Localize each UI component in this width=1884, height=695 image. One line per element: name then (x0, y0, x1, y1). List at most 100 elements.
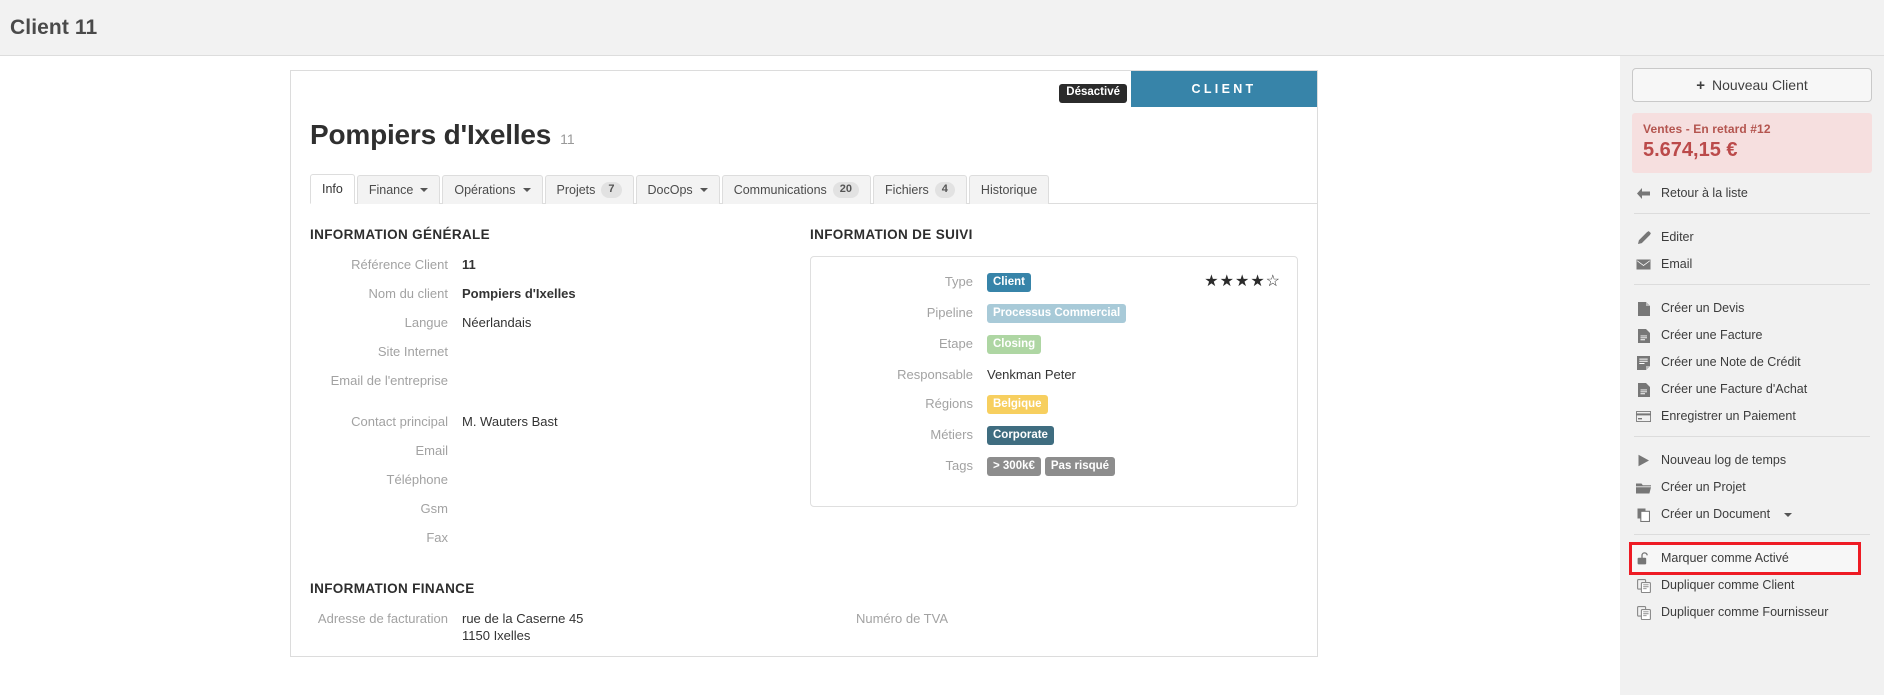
field-row: Etape Closing (811, 335, 1283, 354)
arrow-left-icon (1636, 186, 1651, 201)
tab-historique[interactable]: Historique (968, 175, 1050, 204)
sidebar-item-dupliquer-comme-client[interactable]: Dupliquer comme Client (1632, 572, 1872, 599)
overdue-sales-alert[interactable]: Ventes - En retard #12 5.674,15 € (1632, 113, 1872, 173)
field-label: Langue (404, 315, 448, 330)
sidebar-item-cr-er-une-facture[interactable]: Créer une Facture (1632, 322, 1872, 349)
field-value: > 300k€ Pas risqué (987, 457, 1119, 476)
field-row: Gsm (310, 500, 804, 517)
sidebar-item-dupliquer-comme-fournisseur[interactable]: Dupliquer comme Fournisseur (1632, 599, 1872, 626)
field-label: Tags (945, 458, 973, 473)
tab-label: Fichiers (885, 183, 929, 197)
sidebar-item-cr-er-un-document[interactable]: Créer un Document (1632, 501, 1872, 528)
field-row: Tags > 300k€ Pas risqué (811, 457, 1283, 476)
rating-stars[interactable]: ★★★★☆ (1204, 273, 1281, 290)
credit-note-icon (1636, 355, 1651, 370)
unlock-icon (1636, 551, 1651, 566)
tab-fichiers[interactable]: Fichiers 4 (873, 175, 967, 204)
sidebar-item-editer[interactable]: Editer (1632, 224, 1872, 251)
play-icon (1636, 453, 1651, 468)
sidebar-item-marquer-comme-activ[interactable]: Marquer comme Activé (1629, 542, 1861, 575)
field-value: Venkman Peter (987, 367, 1076, 382)
sidebar-item-cr-er-un-devis[interactable]: Créer un Devis (1632, 295, 1872, 322)
star-filled-icon[interactable]: ★ (1250, 273, 1265, 290)
field-row: Email de l'entreprise (310, 372, 804, 389)
vat-row: Numéro de TVA (810, 610, 1298, 627)
card-top-strip: Désactivé CLIENT (291, 70, 1317, 107)
chevron-down-icon (522, 188, 531, 192)
vat-column: Numéro de TVA (804, 558, 1298, 656)
sidebar-item-enregistrer-un-paiement[interactable]: Enregistrer un Paiement (1632, 403, 1872, 430)
action-sidebar: + Nouveau Client Ventes - En retard #12 … (1620, 56, 1884, 695)
client-reference: 11 (560, 131, 575, 147)
overdue-sales-amount: 5.674,15 € (1643, 139, 1738, 161)
status-badge: Désactivé (1059, 84, 1127, 103)
billing-address-line1: rue de la Caserne 45 (462, 611, 584, 626)
field-label: Référence Client (351, 257, 448, 272)
tab-docops[interactable]: DocOps (635, 175, 720, 204)
sidebar-group: Créer un Devis Créer une Facture Créer une… (1632, 288, 1872, 430)
chevron-down-icon (420, 188, 429, 192)
field-label: Email (415, 443, 448, 458)
sidebar-item-cr-er-une-facture-d-achat[interactable]: Créer une Facture d'Achat (1632, 376, 1872, 403)
tab-communications[interactable]: Communications 20 (721, 175, 872, 204)
field-value: Client (987, 273, 1035, 292)
suivi-info-box: ★★★★☆ Type Client Pipeline Processus Commer… (810, 256, 1298, 507)
field-row: Langue Néerlandais (310, 314, 804, 331)
sidebar-item-label: Créer un Projet (1661, 480, 1746, 494)
invoice-icon (1636, 382, 1651, 397)
field-label: Pipeline (926, 305, 973, 320)
star-filled-icon[interactable]: ★ (1235, 273, 1250, 290)
tab-op-rations[interactable]: Opérations (442, 175, 543, 204)
sidebar-item-label: Créer une Facture d'Achat (1661, 382, 1808, 396)
tab-label: Communications (733, 183, 827, 197)
field-row: Site Internet (310, 343, 804, 360)
pill-badge: Processus Commercial (987, 304, 1127, 323)
credit-card-icon (1636, 409, 1651, 424)
tab-bar: Info Finance Opérations Projets 7 DocOps Commu… (310, 173, 1317, 204)
billing-address-line2: 1150 Ixelles (462, 628, 531, 643)
field-row: Pipeline Processus Commercial (811, 304, 1283, 323)
sidebar-item-cr-er-une-note-de-cr-dit[interactable]: Créer une Note de Crédit (1632, 349, 1872, 376)
suivi-info-heading: INFORMATION DE SUIVI (810, 227, 973, 242)
star-filled-icon[interactable]: ★ (1204, 273, 1219, 290)
field-value: Closing (987, 335, 1045, 354)
tab-count-badge: 7 (601, 182, 622, 198)
pill-badge: Closing (987, 335, 1042, 354)
field-label: Gsm (420, 501, 448, 516)
duplicate-icon (1636, 578, 1651, 593)
tab-finance[interactable]: Finance (356, 175, 441, 204)
star-filled-icon[interactable]: ★ (1220, 273, 1235, 290)
field-label: Responsable (897, 367, 973, 382)
sidebar-group: Marquer comme Activé Dupliquer comme Clie… (1629, 538, 1872, 626)
sidebar-item-nouveau-log-de-temps[interactable]: Nouveau log de temps (1632, 447, 1872, 474)
page-title: Client 11 (10, 15, 98, 39)
field-value: Néerlandais (462, 315, 532, 330)
sidebar-divider (1634, 284, 1870, 285)
finance-info-heading: INFORMATION FINANCE (310, 581, 475, 596)
chevron-down-icon (1784, 512, 1793, 517)
field-label: Métiers (930, 427, 973, 442)
sidebar-item-retour-la-liste[interactable]: Retour à la liste (1632, 180, 1872, 207)
new-client-button[interactable]: + Nouveau Client (1632, 68, 1872, 102)
card-title-row: Pompiers d'Ixelles 11 (291, 107, 1317, 151)
tab-projets[interactable]: Projets 7 (544, 175, 634, 204)
sidebar-item-label: Enregistrer un Paiement (1661, 409, 1796, 423)
tab-info[interactable]: Info (310, 174, 355, 204)
field-label: Email de l'entreprise (330, 373, 448, 388)
new-client-button-label: Nouveau Client (1712, 77, 1808, 93)
tab-label: Projets (556, 183, 596, 197)
document-icon (1636, 301, 1651, 316)
field-label: Fax (426, 530, 448, 545)
sidebar-item-cr-er-un-projet[interactable]: Créer un Projet (1632, 474, 1872, 501)
field-row: Régions Belgique (811, 395, 1283, 414)
sidebar-divider (1634, 534, 1870, 535)
sidebar-item-email[interactable]: Email (1632, 251, 1872, 278)
field-row: Responsable Venkman Peter (811, 366, 1283, 383)
invoice-icon (1636, 328, 1651, 343)
pill-badge: Pas risqué (1044, 457, 1116, 476)
field-row: Nom du client Pompiers d'Ixelles (310, 285, 804, 302)
star-empty-icon[interactable]: ☆ (1266, 273, 1281, 290)
billing-address-label: Adresse de facturation (317, 611, 448, 626)
field-value: Corporate (987, 426, 1058, 445)
field-row: Téléphone (310, 471, 804, 488)
